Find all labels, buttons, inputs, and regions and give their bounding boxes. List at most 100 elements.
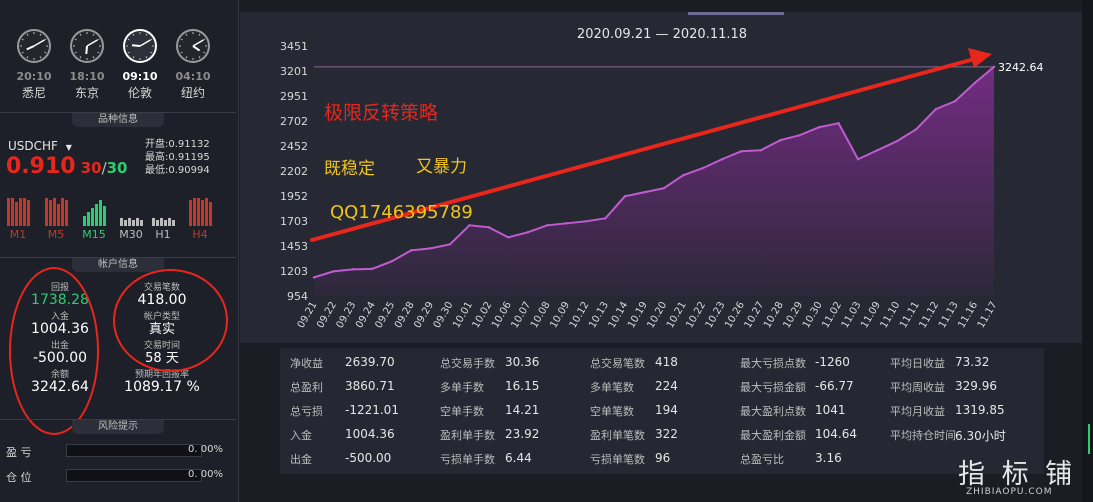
- stat-value: 104.64: [815, 427, 857, 441]
- timeframe-label: M5: [47, 228, 65, 241]
- equity-point: [934, 107, 937, 111]
- stat-label: 盈利单笔数: [590, 429, 645, 442]
- stat-item: 盈利单手数 23.92: [440, 427, 585, 443]
- strength-bar: [119, 218, 123, 226]
- high-label: 最高:: [145, 152, 169, 163]
- stat-item: 最大盈利点数 1041: [740, 403, 885, 419]
- stat-value: 6.30小时: [955, 429, 1006, 443]
- equity-point: [448, 243, 452, 246]
- timeframe-m1[interactable]: M1: [4, 190, 32, 241]
- equity-point: [915, 127, 918, 131]
- stat-value: 224: [655, 379, 678, 393]
- symbol-section-title: 品种信息: [72, 113, 164, 127]
- symbol-section-header: 品种信息: [0, 113, 236, 127]
- strength-bars: [4, 190, 32, 226]
- stat-label: 平均周收益: [890, 381, 945, 394]
- strength-bar: [44, 198, 48, 226]
- account-section-header: 帐户信息: [0, 258, 236, 272]
- equity-point: [604, 217, 607, 220]
- stat-label: 净收益: [290, 357, 323, 370]
- stat-label: 最大亏损金额: [740, 381, 806, 394]
- stat-label: 总盈亏比: [740, 453, 784, 466]
- equity-point: [332, 270, 335, 273]
- stat-value: 1004.36: [345, 427, 395, 441]
- y-tick-label: 2202: [280, 165, 308, 178]
- strength-bar: [56, 204, 60, 226]
- timeframe-m5[interactable]: M5: [42, 190, 70, 241]
- strength-bar: [208, 202, 212, 226]
- clock-1[interactable]: 18:10 东京: [67, 28, 107, 101]
- strength-bar: [139, 220, 143, 226]
- stat-value: 3860.71: [345, 379, 395, 393]
- position-label: 仓 位: [6, 471, 32, 484]
- equity-point: [545, 224, 549, 227]
- equity-point: [798, 134, 801, 137]
- open-value: 0.91132: [168, 139, 210, 150]
- stat-label: 总交易手数: [440, 357, 495, 370]
- equity-point: [740, 150, 743, 153]
- current-price: 0.910: [6, 154, 76, 179]
- strength-bar: [22, 198, 26, 226]
- clock-3[interactable]: 04:10 纽约: [173, 28, 213, 101]
- stat-label: 平均月收益: [890, 405, 945, 418]
- stat-label: 亏损单手数: [440, 453, 495, 466]
- timeframe-m15[interactable]: M15: [80, 190, 108, 241]
- clock-icon: [17, 29, 51, 63]
- stat-item: 总交易笔数 418: [590, 355, 735, 371]
- high-value: 0.91195: [168, 152, 210, 163]
- stat-label: 总交易笔数: [590, 357, 645, 370]
- stat-item: 平均周收益 329.96: [890, 379, 1035, 395]
- y-tick-label: 1453: [280, 240, 308, 253]
- y-tick-label: 2702: [280, 115, 308, 128]
- equity-point: [526, 231, 529, 234]
- strength-bars: [186, 190, 214, 226]
- strength-bar: [52, 198, 56, 226]
- strength-bar: [18, 198, 22, 226]
- equity-point: [876, 149, 879, 152]
- account-section-title: 帐户信息: [72, 258, 164, 272]
- equity-point: [837, 121, 840, 125]
- chart-title: 2020.09.21 — 2020.11.18: [577, 27, 747, 42]
- stat-label: 空单手数: [440, 405, 484, 418]
- strength-bar: [90, 208, 94, 226]
- stat-item: 多单手数 16.15: [440, 379, 585, 395]
- equity-point: [351, 268, 355, 271]
- clock-0[interactable]: 20:10 悉尼: [14, 28, 54, 101]
- stat-label: 最大亏损点数: [740, 357, 806, 370]
- equity-point: [468, 224, 471, 227]
- equity-point: [779, 139, 782, 142]
- strategy-overlay-text: 极限反转策略: [324, 102, 439, 124]
- timeframe-m30[interactable]: M30: [117, 190, 145, 241]
- strength-bars: [80, 190, 108, 226]
- stat-value: 3.16: [815, 451, 842, 465]
- stat-label: 多单手数: [440, 381, 484, 394]
- stat-value: 96: [655, 451, 671, 465]
- highlight-ellipse-left: [9, 267, 99, 435]
- equity-point: [371, 267, 374, 271]
- stat-item: 亏损单笔数 96: [590, 451, 735, 467]
- clock-2[interactable]: 09:10 伦敦: [120, 28, 160, 101]
- stat-item: 总盈利 3860.71: [290, 379, 435, 395]
- strength-bars: [149, 190, 177, 226]
- stat-item: 盈利单笔数 322: [590, 427, 735, 443]
- explosive-overlay-text: 又暴力: [416, 157, 467, 177]
- risk-section-title: 风险提示: [72, 420, 164, 434]
- y-tick-label: 3451: [280, 40, 308, 53]
- timeframe-h4[interactable]: H4: [186, 190, 214, 241]
- stat-item: 总交易手数 30.36: [440, 355, 585, 371]
- spread-b: 30: [106, 159, 128, 177]
- equity-point: [973, 81, 976, 85]
- stat-item: 总亏损 -1221.01: [290, 403, 435, 419]
- equity-point: [390, 260, 393, 263]
- stat-value: 16.15: [505, 379, 540, 393]
- stat-label: 平均日收益: [890, 357, 945, 370]
- stat-item: 空单笔数 194: [590, 403, 735, 419]
- strength-bar: [102, 206, 106, 226]
- clock-time: 20:10: [16, 70, 52, 83]
- symbol-selector[interactable]: USDCHF ▼: [8, 139, 72, 153]
- strength-bar: [60, 198, 64, 226]
- strength-bar: [159, 218, 163, 226]
- stat-item: 空单手数 14.21: [440, 403, 585, 419]
- equity-point: [681, 174, 685, 177]
- timeframe-h1[interactable]: H1: [149, 190, 177, 241]
